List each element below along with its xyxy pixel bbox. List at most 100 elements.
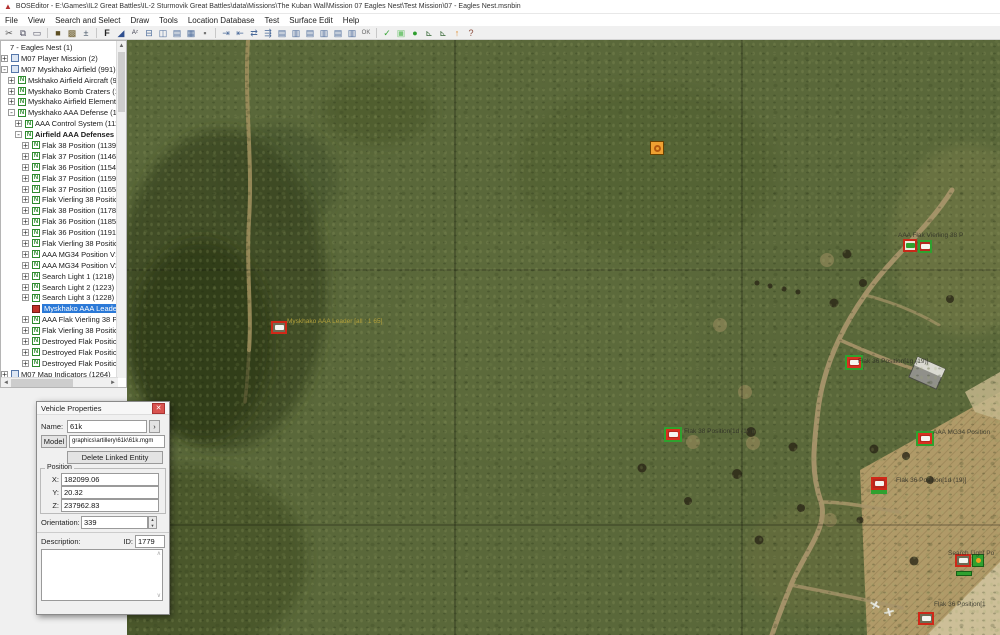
view-split-v-icon[interactable]: ◫ (157, 27, 169, 39)
flak-38-marker[interactable] (664, 427, 682, 442)
menu-file[interactable]: File (0, 16, 23, 25)
expand-box[interactable]: + (8, 98, 15, 105)
align-2-icon[interactable]: ▥ (290, 27, 302, 39)
scroll-down-icon[interactable]: ∨ (157, 593, 161, 599)
model-button[interactable]: Model (41, 435, 67, 448)
map-canvas[interactable]: Myskhako AAA Leader [all : 1 65]Flak 36 … (127, 40, 1000, 635)
align-4-icon[interactable]: ▥ (318, 27, 330, 39)
up-arrow-icon[interactable]: ↑ (451, 27, 463, 39)
z-input[interactable] (61, 499, 159, 512)
scrollbar-thumb[interactable] (118, 52, 125, 112)
expand-box[interactable]: + (22, 273, 29, 280)
link-prev-icon[interactable]: ⇤ (234, 27, 246, 39)
link-swap-icon[interactable]: ⇄ (248, 27, 260, 39)
dialog-title-bar[interactable]: Vehicle Properties ✕ (37, 402, 169, 415)
tree-item[interactable]: +NFlak 38 Position (1178) (1, 205, 118, 216)
tree-item[interactable]: +Myskhako AAA Leader (1233 (1, 303, 118, 314)
tree-item[interactable]: +NFlak Vierling 38 Position (119 (1, 238, 118, 249)
menu-draw[interactable]: Draw (125, 16, 154, 25)
check-valid-icon[interactable]: ✓ (381, 27, 393, 39)
menu-location-database[interactable]: Location Database (183, 16, 260, 25)
expand-box[interactable]: + (22, 153, 29, 160)
scroll-up-icon[interactable]: ∧ (157, 551, 161, 557)
tree-item[interactable]: +NFlak 36 Position (1191) (1, 227, 118, 238)
expand-box[interactable]: + (22, 284, 29, 291)
tree-horizontal-scrollbar[interactable]: ◄ ► (1, 377, 118, 387)
expand-box[interactable]: + (22, 349, 29, 356)
expand-box[interactable]: + (22, 196, 29, 203)
help-icon[interactable]: ? (465, 27, 477, 39)
expand-box[interactable]: + (22, 175, 29, 182)
paste-icon[interactable]: ▭ (31, 27, 43, 39)
tree-item[interactable]: +NDestroyed Flak Position (1249 (1, 336, 118, 347)
align-6-icon[interactable]: ▥ (346, 27, 358, 39)
green-box-icon[interactable]: ▣ (395, 27, 407, 39)
tree-item[interactable]: +NFlak 38 Position (1139) (1, 140, 118, 151)
tree-item[interactable]: +NFlak 36 Position (1154) (1, 162, 118, 173)
flak-36-marker-3[interactable] (918, 612, 934, 625)
fill-dark-icon[interactable]: ■ (52, 27, 64, 39)
align-5-icon[interactable]: ▤ (332, 27, 344, 39)
expand-box[interactable]: + (15, 120, 22, 127)
expand-box[interactable]: + (22, 316, 29, 323)
align-1-icon[interactable]: ▤ (276, 27, 288, 39)
collapse-box[interactable]: - (15, 131, 22, 138)
flak-36-marker[interactable] (845, 355, 863, 370)
tree-item[interactable]: +NFlak 37 Position (1159) (1, 173, 118, 184)
tree-item[interactable]: +NFlak 37 Position (1165) (1, 184, 118, 195)
tree-item[interactable]: +NAAA MG34 Position V1 (1204 (1, 249, 118, 260)
mg34-marker[interactable] (916, 431, 934, 446)
expand-box[interactable]: + (22, 294, 29, 301)
small-dot-icon[interactable]: ▪ (199, 27, 211, 39)
tree-item[interactable]: +NFlak Vierling 38 Position (117 (1, 194, 118, 205)
delete-linked-entity-button[interactable]: Delete Linked Entity (67, 451, 163, 464)
tree-item[interactable]: +NMyskhako Bomb Craters (1022) (1, 86, 118, 97)
expand-box[interactable]: + (22, 240, 29, 247)
green-bar-marker[interactable] (956, 571, 972, 576)
expand-box[interactable]: + (8, 88, 15, 95)
tree-item[interactable]: +NFlak Vierling 38 Position (124 (1, 325, 118, 336)
tree-item[interactable]: +7 - Eagles Nest (1) (1, 42, 118, 53)
view-grid-icon[interactable]: ▦ (185, 27, 197, 39)
tree-item[interactable]: +NDestroyed Flak Position (1259 (1, 358, 118, 369)
menu-surface-edit[interactable]: Surface Edit (284, 16, 338, 25)
vierling-marker-a[interactable] (903, 239, 917, 252)
fill-brown-icon[interactable]: ▩ (66, 27, 78, 39)
align-3-icon[interactable]: ▤ (304, 27, 316, 39)
orientation-spinner[interactable]: ▲▼ (148, 516, 157, 529)
axes-2-icon[interactable]: ⊾ (437, 27, 449, 39)
tree-item[interactable]: +NSearch Light 2 (1223) (1, 282, 118, 293)
draw-pen-icon[interactable]: ◢ (115, 27, 127, 39)
description-textarea[interactable]: ∧ ∨ (41, 549, 163, 601)
font-icon[interactable]: F (101, 27, 113, 39)
x-input[interactable] (61, 473, 159, 486)
view-split-h-icon[interactable]: ⊟ (143, 27, 155, 39)
copy-icon[interactable]: ⧉ (17, 27, 29, 39)
collapse-box[interactable]: - (1, 66, 8, 73)
tree-item[interactable]: +NAAA MG34 Position V2 (1211 (1, 260, 118, 271)
flak-36-marker-2[interactable] (871, 477, 887, 490)
scrollbar-thumb[interactable] (11, 379, 73, 387)
expand-box[interactable]: + (22, 262, 29, 269)
scroll-up-icon[interactable]: ▲ (117, 41, 126, 51)
link-multi-icon[interactable]: ⇶ (262, 27, 274, 39)
menu-tools[interactable]: Tools (154, 16, 183, 25)
cut-icon[interactable]: ✂ (3, 27, 15, 39)
orientation-input[interactable] (81, 516, 148, 529)
expand-box[interactable]: + (22, 164, 29, 171)
expand-box[interactable]: + (22, 207, 29, 214)
vierling-marker-b[interactable] (918, 240, 932, 253)
link-next-icon[interactable]: ⇥ (220, 27, 232, 39)
menu-test[interactable]: Test (260, 16, 285, 25)
collapse-box[interactable]: - (8, 109, 15, 116)
aaa-leader-marker[interactable] (271, 321, 287, 334)
menu-view[interactable]: View (23, 16, 50, 25)
view-rows-icon[interactable]: ▤ (171, 27, 183, 39)
id-value[interactable] (135, 535, 165, 548)
expand-box[interactable]: + (22, 338, 29, 345)
tree-item[interactable]: +NMskhako Airfield Aircraft (992) (1, 75, 118, 86)
y-input[interactable] (61, 486, 159, 499)
menu-help[interactable]: Help (338, 16, 364, 25)
tree-item[interactable]: +NDestroyed Flak Position (1254 (1, 347, 118, 358)
tree-item[interactable]: +NFlak 37 Position (1146) (1, 151, 118, 162)
